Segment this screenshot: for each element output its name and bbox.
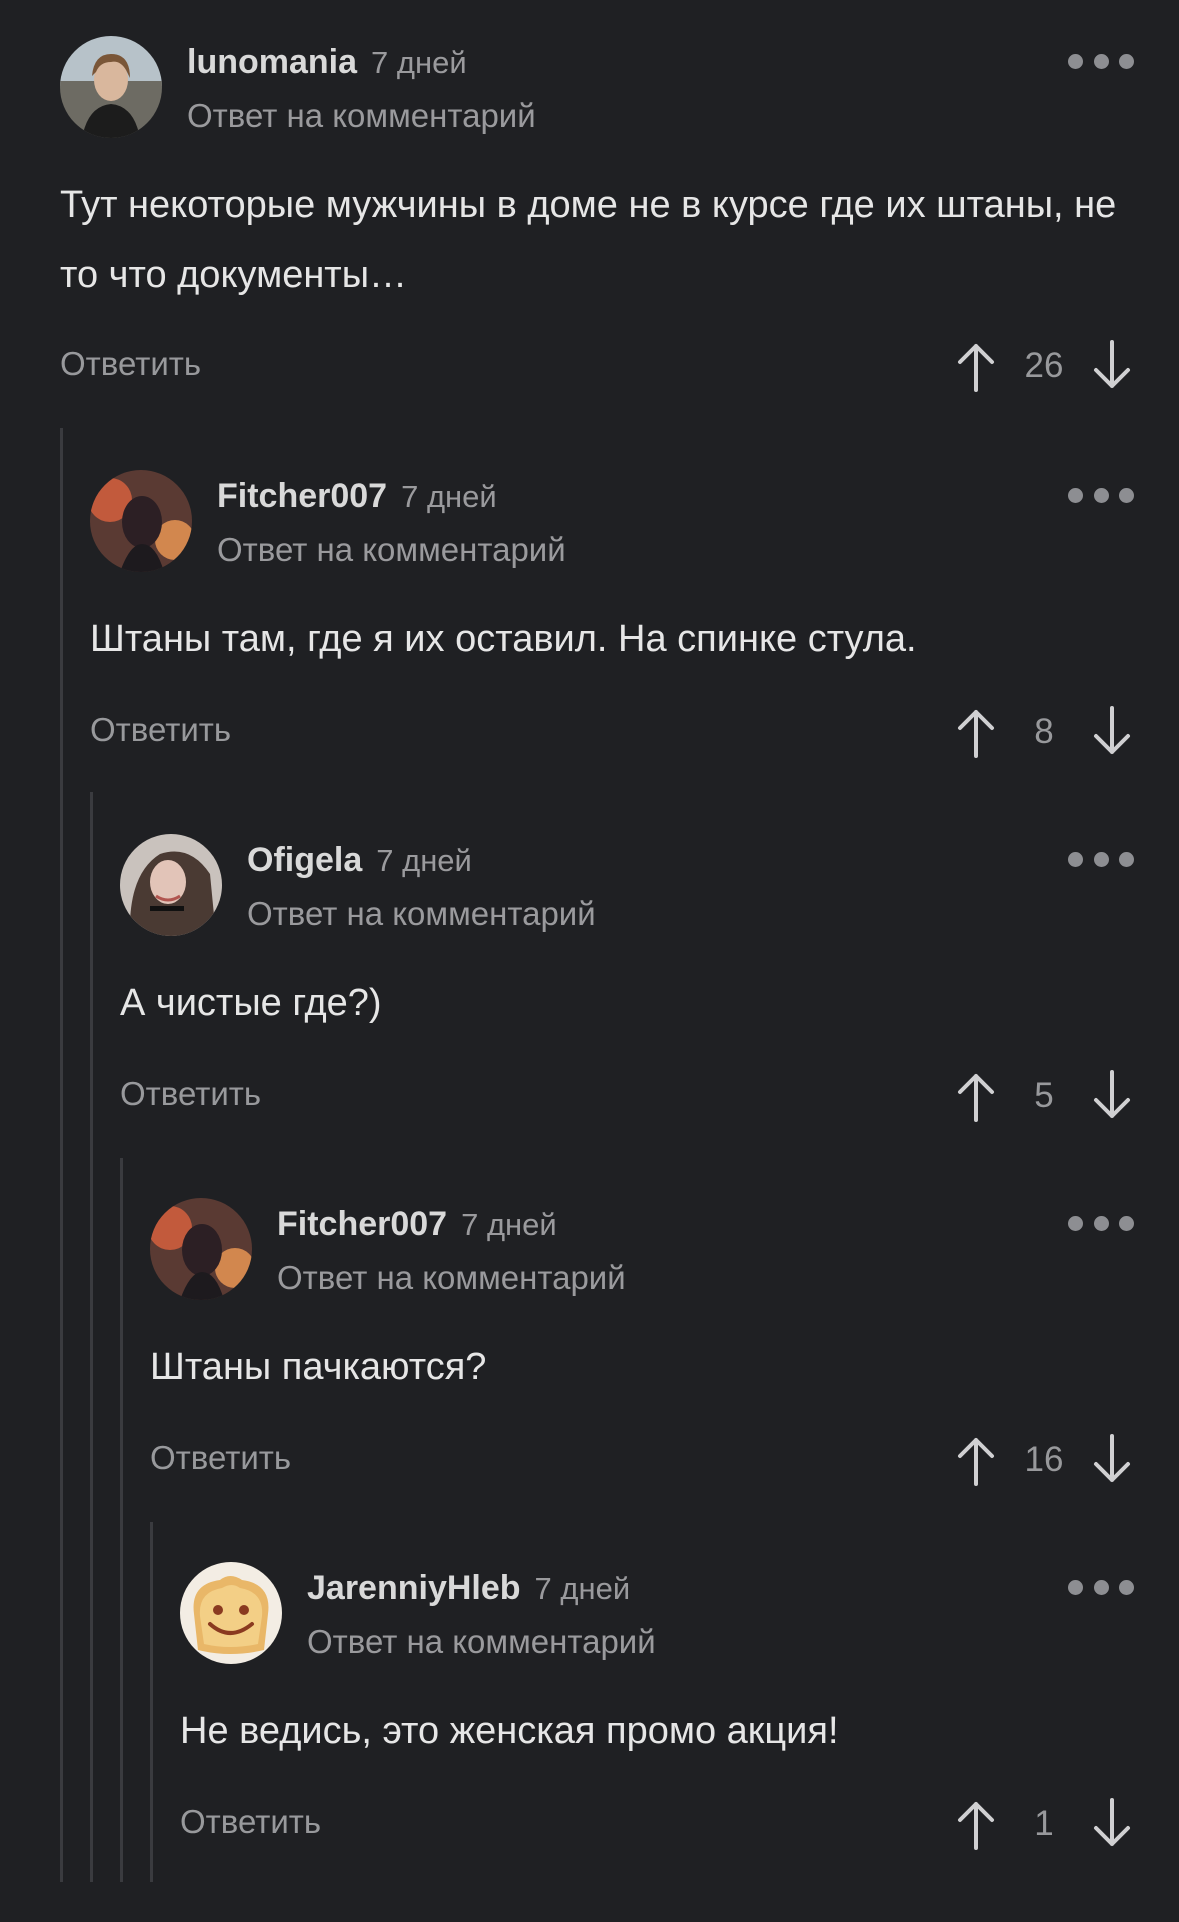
comment-text: Тут некоторые мужчины в доме не в курсе … [60,184,1117,296]
more-dots-icon[interactable] [1068,1212,1134,1234]
comment: lunomania 7 дней Ответ на комментарий Тут… [60,36,1134,396]
more-dots-icon[interactable] [1068,848,1134,870]
vote-controls: 5 [954,1068,1134,1124]
score: 1 [1034,1804,1054,1843]
reply-button[interactable]: Ответить [180,1800,321,1844]
comment-text: Штаны там, где я их оставил. На спинке с… [90,618,917,660]
vote-controls: 1 [954,1796,1134,1852]
reply-to-label[interactable]: Ответ на комментарий [307,1620,656,1664]
comment-time: 7 дней [371,45,467,80]
arrow-up-icon[interactable] [954,1068,998,1124]
vote-controls: 26 [954,338,1134,394]
reply-to-label[interactable]: Ответ на комментарий [187,94,536,138]
avatar[interactable] [150,1198,252,1300]
arrow-up-icon[interactable] [954,1796,998,1852]
score: 5 [1034,1076,1054,1115]
arrow-down-icon[interactable] [1090,1432,1134,1488]
comment: Fitcher007 7 дней Ответ на комментарий Шт… [90,470,1134,830]
avatar[interactable] [120,834,222,936]
username[interactable]: Fitcher007 7 дней [217,474,497,519]
vote-controls: 8 [954,704,1134,760]
thread-line-level-2 [90,792,93,1882]
reply-to-label[interactable]: Ответ на комментарий [277,1256,626,1300]
arrow-up-icon[interactable] [954,704,998,760]
username-text[interactable]: lunomania [187,43,357,81]
username-text[interactable]: Fitcher007 [277,1205,447,1243]
more-dots-icon[interactable] [1068,484,1134,506]
username-text[interactable]: JarenniyHleb [307,1569,521,1607]
thread-line-level-4 [150,1522,153,1882]
username[interactable]: Ofigela 7 дней [247,838,472,883]
more-dots-icon[interactable] [1068,50,1134,72]
comment: Ofigela 7 дней Ответ на комментарий А чис… [120,834,1134,1194]
arrow-up-icon[interactable] [954,1432,998,1488]
score: 16 [1024,1440,1064,1479]
thread-line-level-3 [120,1158,123,1882]
arrow-up-icon[interactable] [954,338,998,394]
arrow-down-icon[interactable] [1090,338,1134,394]
avatar[interactable] [90,470,192,572]
thread-line-level-1 [60,428,63,1882]
comment: Fitcher007 7 дней Ответ на комментарий Шт… [150,1198,1134,1558]
username-text[interactable]: Fitcher007 [217,477,387,515]
avatar[interactable] [60,36,162,138]
comment: JarenniyHleb 7 дней Ответ на комментарий … [180,1562,1134,1922]
comment-text: А чистые где?) [120,982,382,1024]
comment-time: 7 дней [401,479,497,514]
username[interactable]: JarenniyHleb 7 дней [307,1566,630,1611]
username[interactable]: lunomania 7 дней [187,40,467,85]
score: 26 [1024,346,1064,385]
comment-time: 7 дней [534,1571,631,1606]
comment-text: Штаны пачкаются? [150,1346,487,1388]
username-text[interactable]: Ofigela [247,841,362,879]
reply-to-label[interactable]: Ответ на комментарий [217,528,566,572]
more-dots-icon[interactable] [1068,1576,1134,1598]
username[interactable]: Fitcher007 7 дней [277,1202,557,1247]
reply-to-label[interactable]: Ответ на комментарий [247,892,596,936]
arrow-down-icon[interactable] [1090,704,1134,760]
arrow-down-icon[interactable] [1090,1068,1134,1124]
comment-time: 7 дней [376,843,472,878]
reply-button[interactable]: Ответить [90,708,231,752]
arrow-down-icon[interactable] [1090,1796,1134,1852]
reply-button[interactable]: Ответить [150,1436,291,1480]
vote-controls: 16 [954,1432,1134,1488]
comment-text: Не ведись, это женская промо акция! [180,1710,839,1752]
score: 8 [1034,712,1054,751]
avatar[interactable] [180,1562,282,1664]
reply-button[interactable]: Ответить [60,342,201,386]
comment-time: 7 дней [461,1207,557,1242]
reply-button[interactable]: Ответить [120,1072,261,1116]
